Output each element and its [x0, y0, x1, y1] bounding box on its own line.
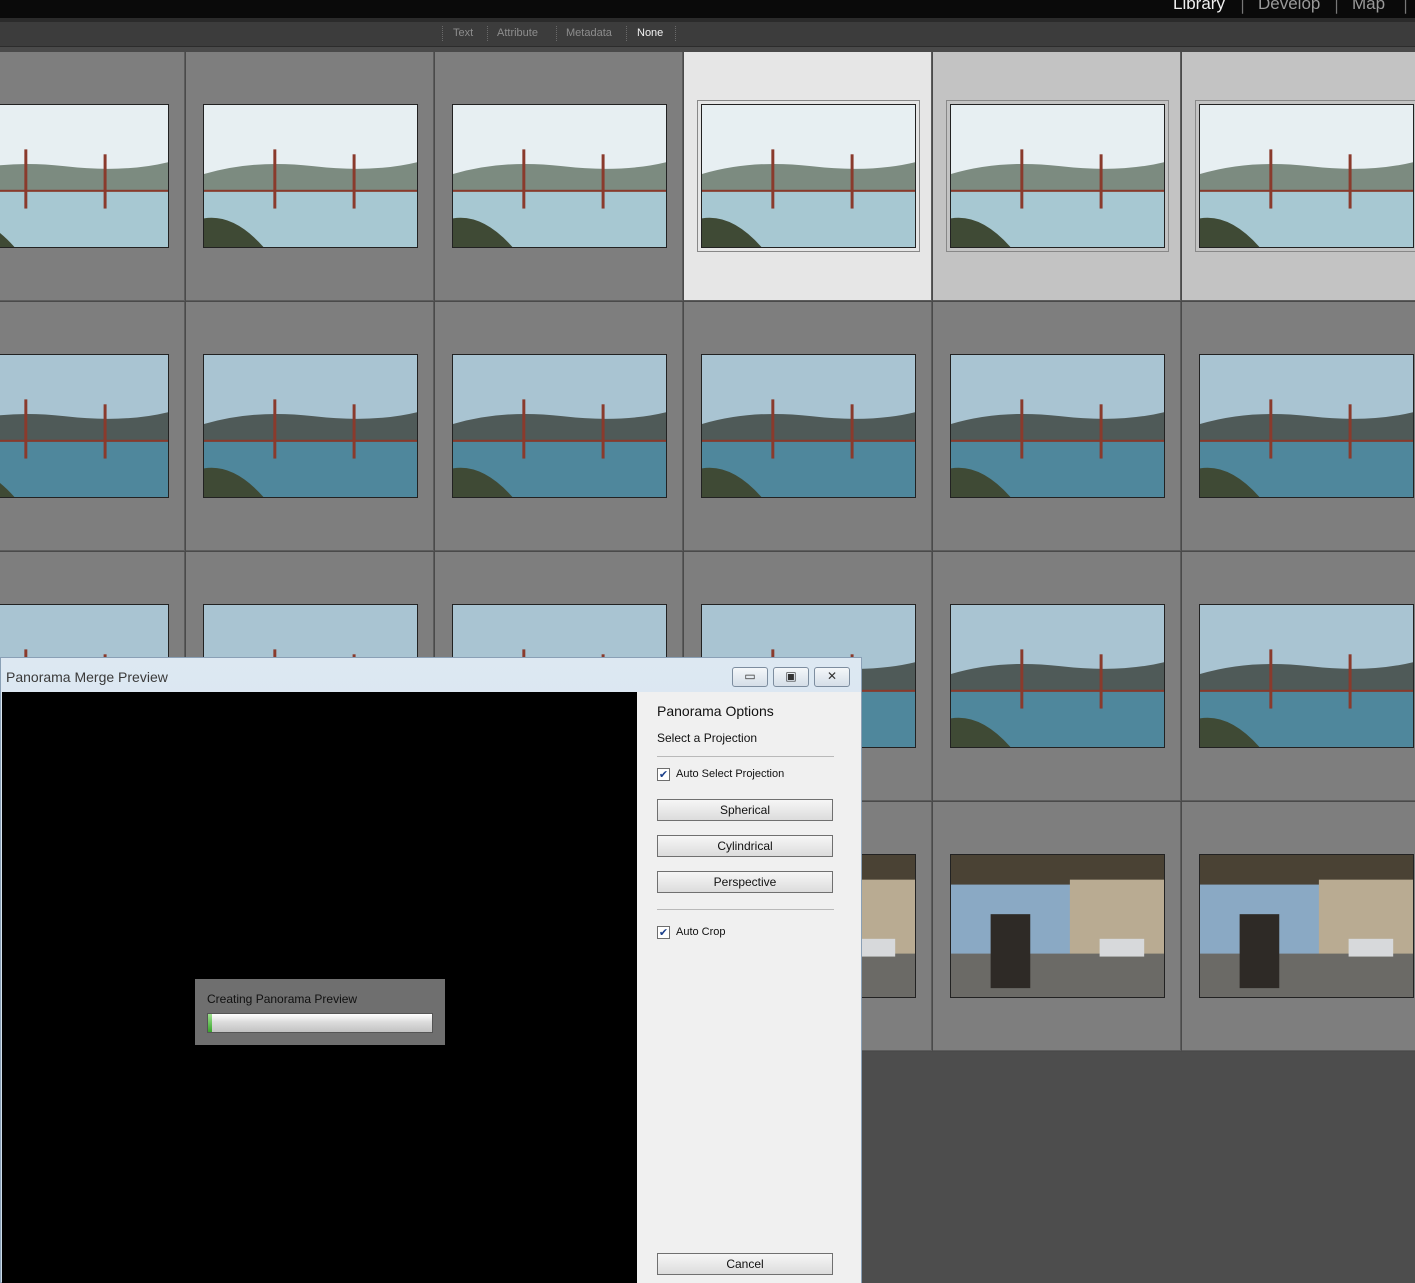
grid-cell[interactable] — [933, 802, 1181, 1051]
filter-divider — [442, 26, 444, 41]
spherical-button[interactable]: Spherical — [657, 799, 833, 821]
photo-thumbnail[interactable] — [950, 854, 1165, 998]
grid-cell[interactable] — [1182, 302, 1415, 551]
options-divider — [657, 909, 834, 910]
progress-popup: Creating Panorama Preview — [195, 979, 445, 1045]
options-heading: Panorama Options — [657, 703, 774, 719]
photo-thumbnail[interactable] — [452, 354, 667, 498]
close-button[interactable]: ✕ — [814, 667, 850, 687]
photo-thumbnail[interactable] — [946, 100, 1169, 252]
grid-cell[interactable] — [933, 302, 1181, 551]
progress-bar-fill — [208, 1014, 213, 1032]
photo-thumbnail[interactable] — [1199, 854, 1414, 998]
grid-cell[interactable] — [684, 52, 932, 301]
photo-thumbnail[interactable] — [950, 604, 1165, 748]
photo-thumbnail[interactable] — [0, 354, 169, 498]
grid-cell[interactable] — [933, 52, 1181, 301]
filter-attribute[interactable]: Attribute — [497, 27, 538, 39]
grid-cell[interactable] — [186, 302, 434, 551]
filter-divider — [626, 26, 628, 41]
grid-cell[interactable] — [186, 52, 434, 301]
projection-subheading: Select a Projection — [657, 731, 758, 745]
module-develop[interactable]: Develop — [1258, 0, 1320, 14]
photo-thumbnail[interactable] — [1199, 354, 1414, 498]
dialog-title: Panorama Merge Preview — [6, 669, 168, 685]
grid-cell[interactable] — [0, 302, 185, 551]
module-picker-bar: Library | Develop | Map | — [0, 0, 1415, 18]
filter-divider — [675, 26, 677, 41]
checkbox-check-icon: ✔ — [657, 768, 670, 781]
module-separator: | — [1240, 0, 1246, 14]
photo-thumbnail[interactable] — [697, 100, 920, 252]
panorama-preview-area: Creating Panorama Preview — [2, 692, 637, 1283]
module-separator: | — [1403, 0, 1409, 14]
progress-bar — [207, 1013, 433, 1033]
minimize-button[interactable]: ▭ — [732, 667, 768, 687]
photo-thumbnail[interactable] — [950, 354, 1165, 498]
grid-cell[interactable] — [1182, 552, 1415, 801]
grid-empty-area — [862, 1052, 1415, 1283]
panorama-merge-dialog: Panorama Merge Preview ▭ ▣ ✕ Creating Pa… — [0, 657, 862, 1283]
checkbox-check-icon: ✔ — [657, 926, 670, 939]
checkbox-label: Auto Select Projection — [676, 768, 785, 780]
module-map[interactable]: Map — [1352, 0, 1385, 14]
minimize-icon: ▭ — [744, 669, 756, 683]
panorama-options-panel: Panorama Options Select a Projection ✔ A… — [637, 692, 861, 1283]
filter-metadata[interactable]: Metadata — [566, 27, 612, 39]
grid-cell[interactable] — [0, 52, 185, 301]
checkbox-label: Auto Crop — [676, 926, 726, 938]
grid-cell[interactable] — [684, 302, 932, 551]
filter-text[interactable]: Text — [453, 27, 473, 39]
photo-thumbnail[interactable] — [452, 104, 667, 248]
maximize-button[interactable]: ▣ — [773, 667, 809, 687]
grid-cell[interactable] — [1182, 802, 1415, 1051]
filter-none[interactable]: None — [637, 27, 663, 39]
module-separator: | — [1334, 0, 1340, 14]
options-divider — [657, 756, 834, 757]
grid-cell[interactable] — [435, 302, 683, 551]
photo-thumbnail[interactable] — [701, 354, 916, 498]
grid-cell[interactable] — [933, 552, 1181, 801]
photo-thumbnail[interactable] — [1199, 604, 1414, 748]
filter-divider — [487, 26, 489, 41]
module-library[interactable]: Library — [1173, 0, 1225, 14]
perspective-button[interactable]: Perspective — [657, 871, 833, 893]
grid-cell[interactable] — [1182, 52, 1415, 301]
cylindrical-button[interactable]: Cylindrical — [657, 835, 833, 857]
filter-divider — [556, 26, 558, 41]
grid-cell[interactable] — [435, 52, 683, 301]
cancel-button[interactable]: Cancel — [657, 1253, 833, 1275]
close-icon: ✕ — [826, 669, 838, 683]
progress-label: Creating Panorama Preview — [207, 992, 358, 1006]
photo-thumbnail[interactable] — [0, 104, 169, 248]
photo-thumbnail[interactable] — [203, 354, 418, 498]
library-filter-bar: Text Attribute Metadata None — [0, 22, 1415, 47]
maximize-icon: ▣ — [785, 669, 797, 683]
photo-thumbnail[interactable] — [203, 104, 418, 248]
photo-thumbnail[interactable] — [1195, 100, 1415, 252]
